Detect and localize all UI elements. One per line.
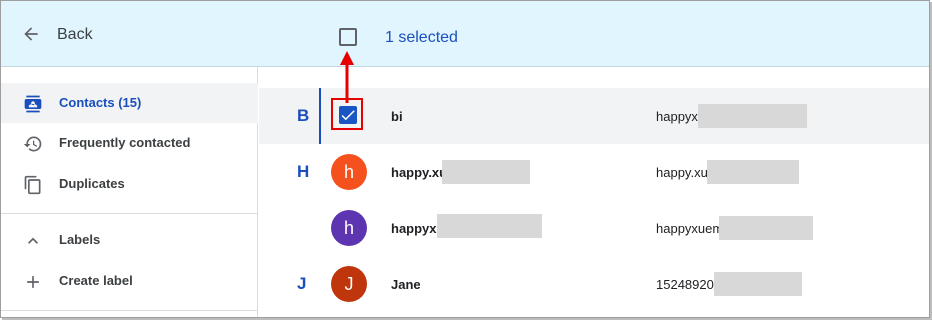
contact-name: Jane	[391, 277, 421, 292]
contacts-icon	[24, 95, 42, 113]
history-icon	[23, 136, 42, 152]
redacted-block	[714, 272, 802, 296]
redacted-block	[719, 216, 813, 240]
checked-box	[339, 106, 357, 124]
checkmark-icon	[341, 110, 355, 121]
plus-icon	[27, 276, 39, 288]
back-button[interactable]: Back	[57, 26, 93, 44]
section-letter: H	[297, 162, 310, 181]
avatar[interactable]: h	[331, 154, 367, 190]
sidebar-item-label: Create label	[59, 273, 133, 288]
section-letter: B	[297, 106, 310, 125]
sidebar-item-label: Duplicates	[59, 176, 125, 191]
contact-name: bi	[391, 109, 403, 124]
select-all-checkbox[interactable]	[339, 28, 357, 46]
contact-list: B bi happyx H h happy.xu happy.xu h happ…	[259, 67, 929, 317]
selection-indicator	[319, 88, 321, 144]
avatar[interactable]: h	[331, 210, 367, 246]
contact-row[interactable]: B bi happyx	[259, 88, 929, 144]
contact-email: happyxuem	[656, 221, 724, 236]
selection-toolbar: Back 1 selected	[1, 1, 929, 67]
sidebar-divider	[1, 213, 258, 214]
sidebar-item-duplicates[interactable]: Duplicates	[1, 164, 258, 204]
sidebar-item-label: Frequently contacted	[59, 135, 191, 150]
contact-email: 15248920	[656, 277, 714, 292]
sidebar-item-contacts[interactable]: Contacts (15)	[1, 83, 258, 123]
contact-row[interactable]: H h happy.xu happy.xu	[259, 144, 929, 200]
section-letter: J	[297, 274, 307, 293]
redacted-block	[437, 214, 542, 238]
contact-name: happy.xu	[391, 165, 448, 180]
contact-row[interactable]: J J Jane 15248920	[259, 256, 929, 312]
sidebar-item-label: Labels	[59, 232, 101, 247]
back-arrow-icon[interactable]	[21, 24, 41, 44]
copy-icon	[24, 175, 41, 195]
sidebar: Contacts (15) Frequently contacted Dupli…	[1, 67, 258, 317]
avatar[interactable]: J	[331, 266, 367, 302]
redacted-block	[707, 160, 799, 184]
contact-email: happyx	[656, 109, 698, 124]
selected-count: 1 selected	[385, 29, 458, 46]
contact-row[interactable]: h happyxu happyxuem	[259, 200, 929, 256]
annotation-arrow-icon	[340, 51, 354, 103]
sidebar-item-label: Contacts (15)	[59, 95, 142, 110]
sidebar-item-create-label[interactable]: Create label	[1, 261, 258, 301]
contacts-window: Back 1 selected Contacts (15) Frequently…	[0, 0, 930, 318]
sidebar-divider	[1, 310, 258, 311]
redacted-block	[442, 160, 530, 184]
redacted-block	[698, 104, 807, 128]
sidebar-item-frequently-contacted[interactable]: Frequently contacted	[1, 123, 258, 163]
sidebar-item-labels[interactable]: Labels	[1, 220, 258, 260]
contact-email: happy.xu	[656, 165, 708, 180]
chevron-up-icon	[28, 237, 38, 244]
